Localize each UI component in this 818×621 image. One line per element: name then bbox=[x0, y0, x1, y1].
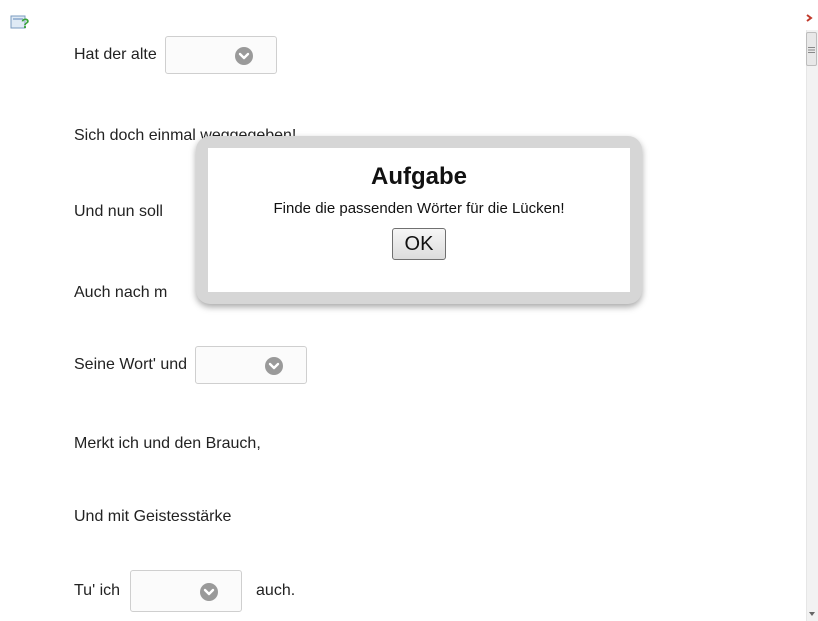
gap-dropdown-2[interactable] bbox=[195, 346, 308, 384]
grip-icon bbox=[808, 47, 815, 53]
help-icon[interactable]: ? bbox=[10, 14, 30, 32]
poem-line-7: Und mit Geistesstärke bbox=[74, 507, 231, 527]
gap-dropdown-3[interactable] bbox=[130, 570, 243, 612]
line-text: auch. bbox=[256, 582, 296, 599]
line-text: Hat der alte bbox=[74, 46, 157, 63]
ok-button[interactable]: OK bbox=[391, 228, 447, 260]
line-text: Merkt ich und den Brauch, bbox=[74, 435, 261, 452]
task-dialog: Aufgabe Finde die passenden Wörter für d… bbox=[196, 136, 642, 304]
scroll-down-arrow-icon[interactable] bbox=[808, 610, 816, 618]
dialog-title: Aufgabe bbox=[371, 163, 467, 190]
line-text: Tu' ich bbox=[74, 582, 121, 599]
line-text: Und mit Geistesstärke bbox=[74, 508, 232, 525]
poem-line-6: Merkt ich und den Brauch, bbox=[74, 434, 261, 454]
line-text: Und nun soll bbox=[74, 203, 163, 220]
poem-line-3: Und nun soll bbox=[74, 202, 163, 222]
poem-line-5: Seine Wort' und bbox=[74, 346, 317, 384]
chevron-down-icon bbox=[200, 583, 219, 601]
poem-line-1: Hat der alte bbox=[74, 36, 287, 74]
gap-dropdown-1[interactable] bbox=[164, 36, 277, 74]
poem-line-8: Tu' ich auch. bbox=[74, 570, 295, 612]
line-text: Seine Wort' und bbox=[74, 356, 188, 373]
scroll-up-arrow-icon[interactable] bbox=[805, 12, 817, 24]
chevron-down-icon bbox=[265, 357, 284, 375]
poem-line-4: Auch nach m bbox=[74, 283, 167, 303]
dialog-body: Aufgabe Finde die passenden Wörter für d… bbox=[208, 148, 630, 292]
scrollbar-track[interactable] bbox=[806, 30, 818, 621]
scrollbar-thumb[interactable] bbox=[806, 32, 817, 66]
chevron-down-icon bbox=[234, 47, 253, 65]
svg-text:?: ? bbox=[21, 15, 30, 31]
dialog-message: Finde die passenden Wörter für die Lücke… bbox=[273, 200, 565, 217]
line-text: Auch nach m bbox=[74, 284, 168, 301]
